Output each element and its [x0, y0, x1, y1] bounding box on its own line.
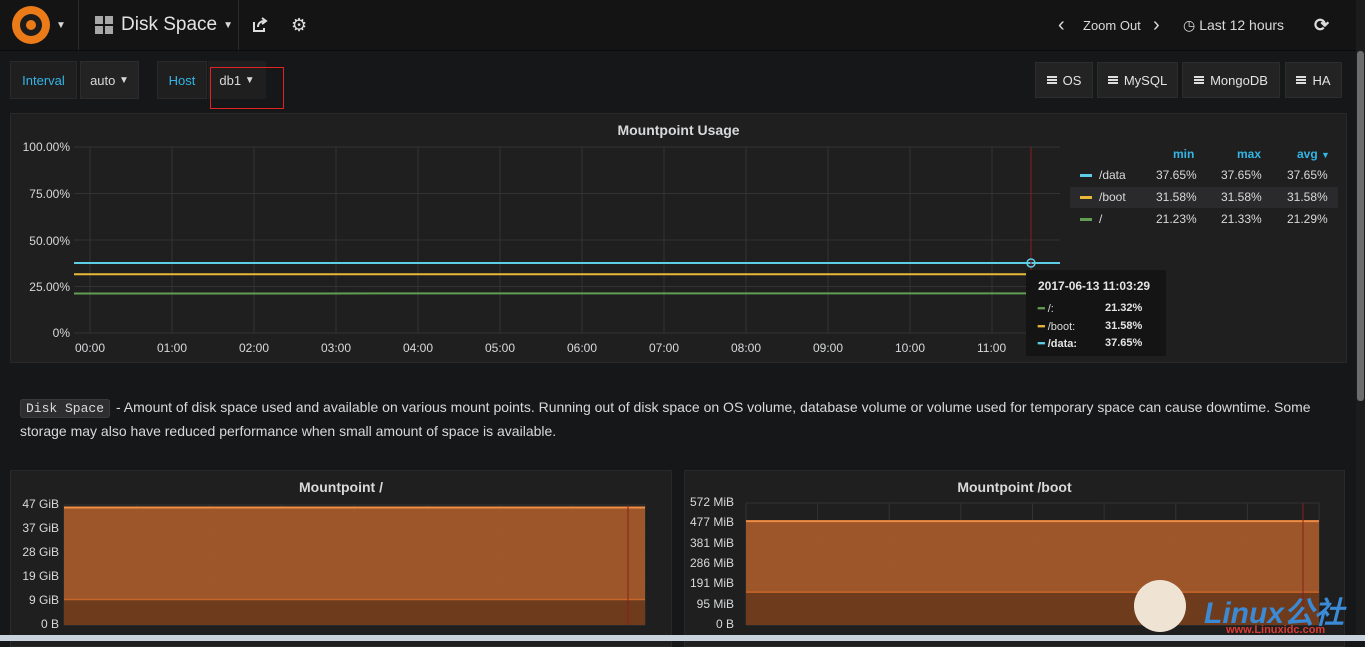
tooltip-value: 31.58% [1105, 320, 1142, 332]
legend-header-avg-label: avg [1297, 147, 1318, 161]
y-tick-label: 50.00% [10, 234, 70, 248]
y-tick-label: 37 GiB [10, 521, 59, 535]
description-text: - Amount of disk space used and availabl… [20, 399, 1311, 439]
y-tick-label: 0 B [685, 617, 734, 631]
y-tick-label: 9 GiB [10, 593, 59, 607]
y-tick-label: 286 MiB [685, 556, 734, 570]
legend-avg: 37.65% [1287, 168, 1328, 182]
tooltip-time: 2017-06-13 11:03:29 [1038, 279, 1150, 293]
tooltip-row: ━ /: [1038, 302, 1054, 315]
code-tag: Disk Space [20, 399, 110, 418]
tooltip-value: 21.32% [1105, 302, 1142, 314]
description-text-panel: Disk Space- Amount of disk space used an… [20, 396, 1340, 442]
x-tick-label: 03:00 [321, 341, 351, 355]
tooltip-series-name: /data: [1048, 338, 1077, 350]
sort-desc-icon: ▼ [1321, 150, 1330, 160]
x-tick-label: 06:00 [567, 341, 597, 355]
legend-header-max[interactable]: max [1237, 147, 1261, 161]
y-tick-label: 95 MiB [685, 597, 734, 611]
legend-max: 31.58% [1221, 190, 1262, 204]
y-tick-label: 19 GiB [10, 569, 59, 583]
y-tick-label: 75.00% [10, 187, 70, 201]
y-tick-label: 381 MiB [685, 536, 734, 550]
y-tick-label: 100.00% [10, 140, 70, 154]
tooltip-value: 37.65% [1105, 337, 1142, 349]
legend-header-min[interactable]: min [1173, 147, 1194, 161]
y-tick-label: 191 MiB [685, 576, 734, 590]
watermark-logo-icon [1134, 580, 1186, 632]
y-tick-label: 0% [10, 326, 70, 340]
watermark: Linux公社 www.Linuxidc.com [1134, 574, 1360, 638]
legend-name[interactable]: /data [1099, 168, 1126, 182]
tooltip-row: ━ /data: [1038, 337, 1077, 350]
legend-min: 21.23% [1156, 212, 1197, 226]
legend-header-avg[interactable]: avg ▼ [1297, 147, 1330, 161]
legend-avg: 21.29% [1287, 212, 1328, 226]
legend-avg: 31.58% [1287, 190, 1328, 204]
graph-tooltip: 2017-06-13 11:03:29 ━ /: 21.32% ━ /boot:… [1026, 270, 1166, 356]
x-tick-label: 05:00 [485, 341, 515, 355]
y-tick-label: 28 GiB [10, 545, 59, 559]
legend-name[interactable]: /boot [1099, 190, 1126, 204]
x-tick-label: 01:00 [157, 341, 187, 355]
x-tick-label: 00:00 [75, 341, 105, 355]
legend-min: 31.58% [1156, 190, 1197, 204]
legend-max: 37.65% [1221, 168, 1262, 182]
legend-row[interactable]: /data 37.65% 37.65% 37.65% [1070, 165, 1338, 186]
scrollbar-thumb[interactable] [1357, 51, 1364, 401]
x-tick-label: 11:00 [977, 341, 1006, 355]
y-tick-label: 477 MiB [685, 515, 734, 529]
tooltip-series-name: /: [1048, 303, 1054, 315]
legend-row[interactable]: / 21.23% 21.33% 21.29% [1070, 209, 1338, 230]
y-tick-label: 25.00% [10, 280, 70, 294]
page-scrollbar[interactable] [1356, 0, 1365, 641]
x-tick-label: 08:00 [731, 341, 761, 355]
legend-max: 21.33% [1221, 212, 1262, 226]
legend-swatch [1080, 174, 1092, 177]
legend-swatch [1080, 196, 1092, 199]
x-tick-label: 07:00 [649, 341, 679, 355]
y-tick-label: 572 MiB [685, 495, 734, 509]
tooltip-series-name: /boot: [1048, 321, 1076, 333]
legend-min: 37.65% [1156, 168, 1197, 182]
legend-row[interactable]: /boot 31.58% 31.58% 31.58% [1070, 187, 1338, 208]
x-tick-label: 02:00 [239, 341, 269, 355]
legend-name[interactable]: / [1099, 212, 1102, 226]
area-used [64, 599, 645, 625]
x-tick-label: 09:00 [813, 341, 843, 355]
tooltip-row: ━ /boot: [1038, 320, 1075, 333]
x-tick-label: 10:00 [895, 341, 925, 355]
y-tick-label: 0 B [10, 617, 59, 631]
y-tick-label: 47 GiB [10, 497, 59, 511]
x-tick-label: 04:00 [403, 341, 433, 355]
os-taskbar [0, 635, 1365, 641]
legend-swatch [1080, 218, 1092, 221]
